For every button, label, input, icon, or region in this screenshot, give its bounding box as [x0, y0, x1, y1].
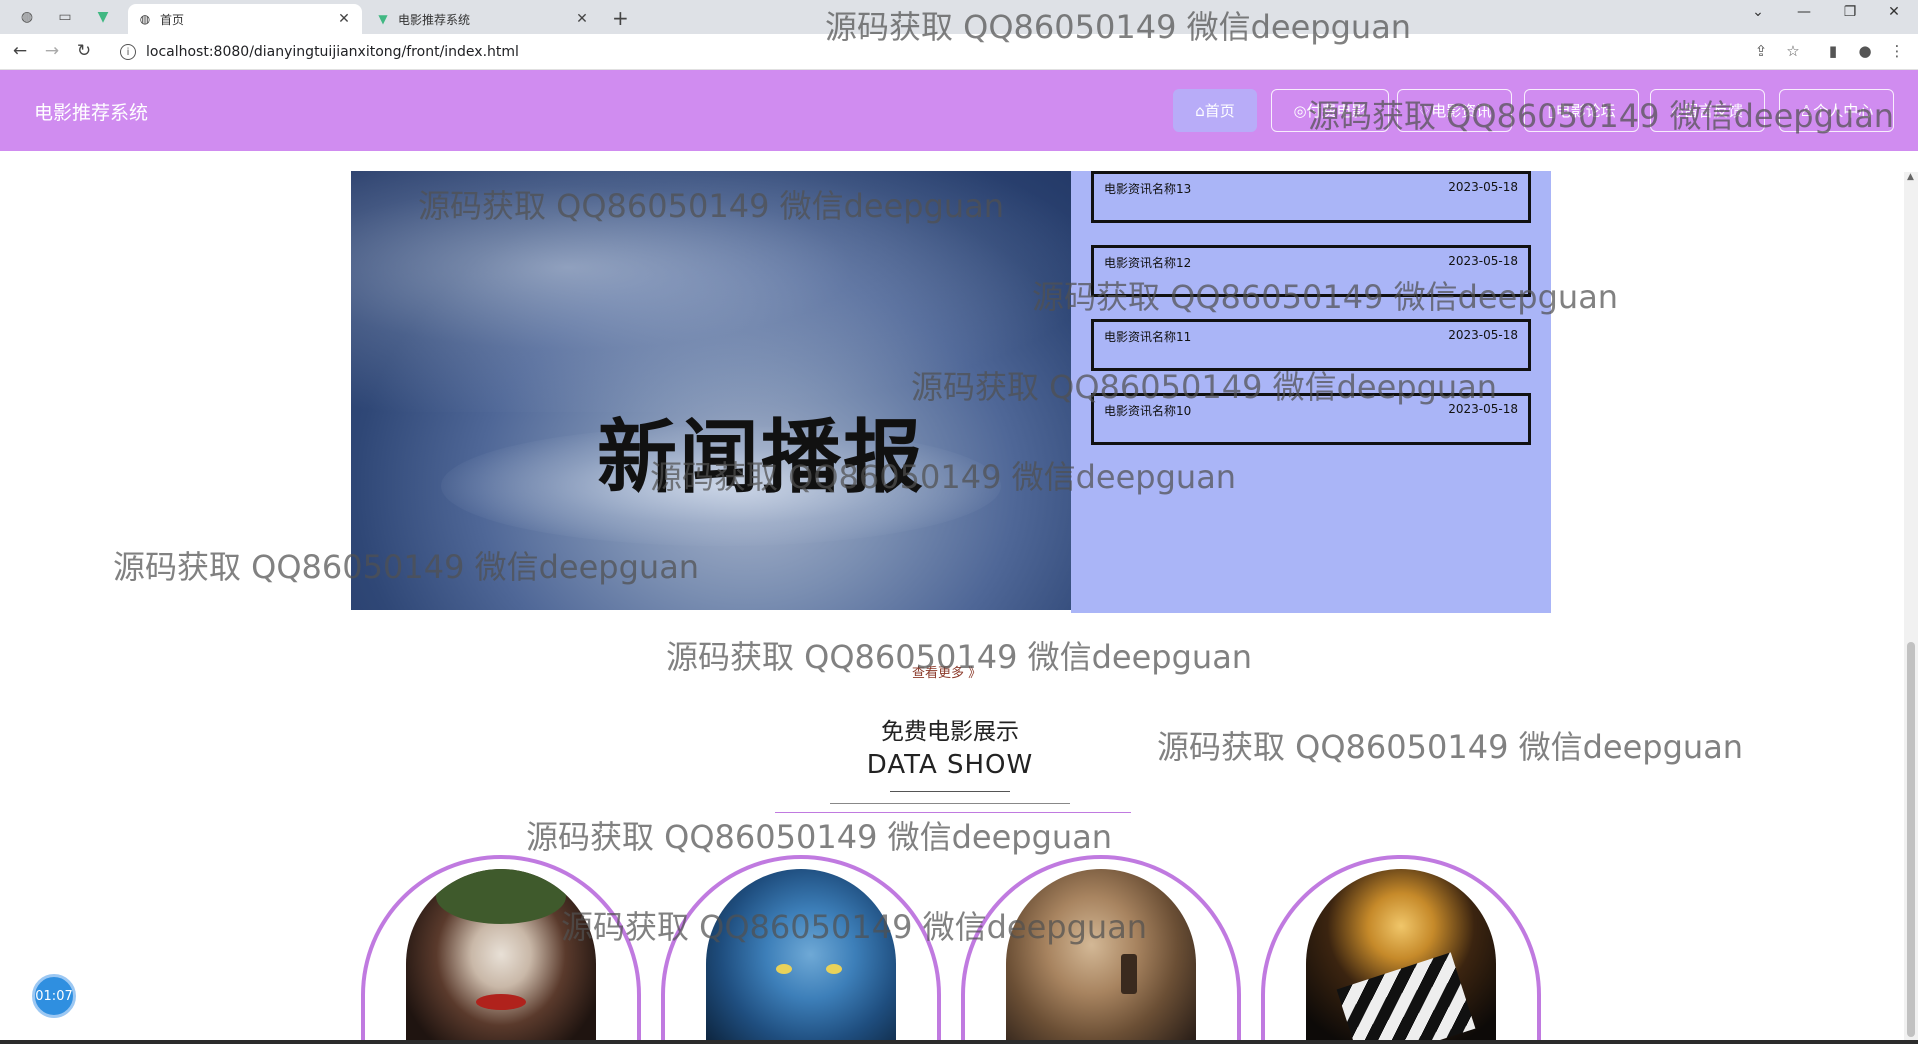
scrollbar-thumb[interactable] [1907, 642, 1915, 1037]
page-scrollbar[interactable]: ▲ [1904, 172, 1918, 1044]
bookmark-star-icon[interactable]: ☆ [1782, 42, 1804, 60]
new-tab-plus-icon[interactable]: + [612, 6, 629, 30]
section-title-en: DATA SHOW [866, 750, 1034, 780]
nav-home[interactable]: ⌂首页 [1173, 89, 1257, 132]
tab-search-chevron-icon[interactable]: ⌄ [1738, 4, 1778, 20]
movie-card[interactable] [961, 855, 1241, 1044]
section-divider [830, 803, 1070, 804]
news-item-date: 2023-05-18 [1448, 180, 1518, 194]
profile-icon[interactable]: ● [1854, 42, 1876, 60]
address-text: localhost:8080/dianyingtuijianxitong/fro… [146, 44, 519, 60]
site-header: 电影推荐系统 ⌂首页 ◎付费电影 ♢电影资讯 ▯电影论坛 ◇留言反馈 ♙个人中心 [0, 70, 1918, 151]
poster-detail [1121, 954, 1137, 994]
news-item[interactable]: 电影资讯名称12 2023-05-18 [1091, 245, 1531, 297]
close-tab-icon[interactable]: ✕ [336, 11, 352, 27]
taskbar-edge [0, 1040, 1918, 1044]
tab-movie-system[interactable]: ▼ 电影推荐系统 ✕ [366, 4, 600, 34]
news-item-date: 2023-05-18 [1448, 402, 1518, 416]
back-arrow-icon[interactable]: ← [8, 41, 32, 61]
poster-detail [476, 994, 526, 1010]
section-divider [775, 812, 1131, 813]
poster-detail [436, 869, 566, 924]
news-item[interactable]: 电影资讯名称11 2023-05-18 [1091, 319, 1531, 371]
minimize-icon[interactable]: — [1784, 4, 1824, 20]
banner-headline: 新闻播报 [597, 411, 925, 504]
movie-poster[interactable] [1006, 869, 1196, 1044]
movie-card[interactable] [1261, 855, 1541, 1044]
poster-detail [776, 964, 792, 974]
address-bar[interactable]: i localhost:8080/dianyingtuijianxitong/f… [110, 40, 1750, 64]
forward-arrow-icon[interactable]: → [40, 41, 64, 61]
tab-title: 首页 [160, 12, 185, 27]
poster-detail [826, 964, 842, 974]
share-icon[interactable]: ⇪ [1750, 42, 1772, 60]
poster-detail [1336, 952, 1476, 1044]
news-item[interactable]: 电影资讯名称10 2023-05-18 [1091, 393, 1531, 445]
movie-poster[interactable] [706, 869, 896, 1044]
side-panel-icon[interactable]: ▮ [1822, 42, 1844, 60]
reload-icon[interactable]: ↻ [72, 41, 96, 61]
banner-mist [351, 171, 1071, 413]
nav-paid-movies[interactable]: ◎付费电影 [1271, 89, 1389, 132]
browser-menu-icon[interactable]: ⋮ [1886, 42, 1908, 60]
nav-feedback[interactable]: ◇留言反馈 [1650, 89, 1765, 132]
news-item-date: 2023-05-18 [1448, 254, 1518, 268]
vue-icon: ▼ [378, 12, 388, 26]
scroll-up-arrow-icon[interactable]: ▲ [1907, 172, 1914, 182]
news-item-title: 电影资讯名称13 [1104, 182, 1192, 196]
news-item[interactable]: 电影资讯名称13 2023-05-18 [1091, 171, 1531, 223]
movie-card[interactable] [661, 855, 941, 1044]
close-tab-icon[interactable]: ✕ [574, 11, 590, 27]
tab-home[interactable]: ◍ 首页 ✕ [128, 4, 362, 34]
pinned-tab-vue-icon[interactable]: ▼ [88, 5, 118, 29]
nav-user-center[interactable]: ♙个人中心 [1779, 89, 1894, 132]
news-item-title: 电影资讯名称12 [1104, 256, 1192, 270]
recording-timer-badge: 01:07 [32, 974, 76, 1018]
section-title-cn: 免费电影展示 [881, 719, 1019, 745]
news-banner-image[interactable]: 新闻播报 [351, 171, 1071, 610]
news-item-date: 2023-05-18 [1448, 328, 1518, 342]
site-info-icon[interactable]: i [120, 44, 136, 60]
browser-toolbar: ← → ↻ i localhost:8080/dianyingtuijianxi… [0, 34, 1918, 70]
watermark: 源码获取 QQ86050149 微信deepguan [526, 818, 1113, 856]
nav-movie-forum[interactable]: ▯电影论坛 [1524, 89, 1639, 132]
restore-icon[interactable]: ❐ [1830, 4, 1870, 20]
view-more-link[interactable]: 查看更多 》 [912, 662, 981, 681]
tab-title: 电影推荐系统 [398, 12, 471, 27]
site-brand[interactable]: 电影推荐系统 [34, 98, 148, 125]
globe-icon: ◍ [139, 12, 151, 26]
movie-poster[interactable] [1306, 869, 1496, 1044]
nav-movie-news[interactable]: ♢电影资讯 [1397, 89, 1512, 132]
news-item-title: 电影资讯名称10 [1104, 404, 1192, 418]
pinned-tab-blank-icon[interactable]: ▭ [50, 5, 80, 29]
section-divider [890, 791, 1010, 792]
news-list-panel: 电影资讯名称13 2023-05-18 电影资讯名称12 2023-05-18 … [1071, 171, 1551, 613]
news-item-title: 电影资讯名称11 [1104, 330, 1192, 344]
movie-card[interactable] [361, 855, 641, 1044]
close-window-icon[interactable]: ✕ [1874, 4, 1914, 20]
browser-tab-strip: ◍ ▭ ▼ ◍ 首页 ✕ ▼ 电影推荐系统 ✕ + ⌄ — ❐ ✕ [0, 0, 1918, 34]
movie-poster[interactable] [406, 869, 596, 1044]
pinned-tab-globe-icon[interactable]: ◍ [12, 5, 42, 29]
